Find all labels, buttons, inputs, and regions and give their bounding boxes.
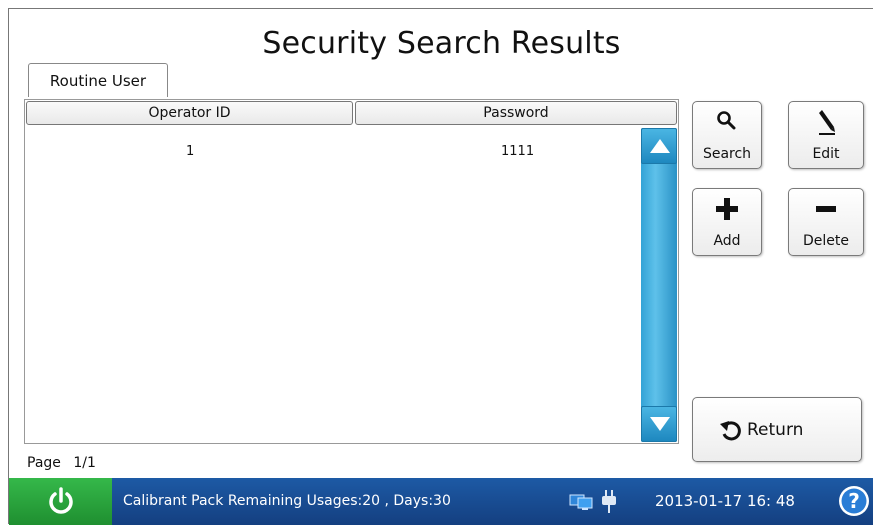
power-plug-icon[interactable] xyxy=(601,490,617,514)
return-button-label: Return xyxy=(747,420,804,440)
scroll-up-button[interactable] xyxy=(641,128,677,164)
arrow-up-icon xyxy=(650,139,670,153)
return-button[interactable]: Return xyxy=(692,397,862,462)
column-header-operator-id[interactable]: Operator ID xyxy=(26,101,353,125)
status-bar: Calibrant Pack Remaining Usages:20 , Day… xyxy=(9,478,873,525)
scroll-down-button[interactable] xyxy=(641,406,677,442)
add-button[interactable]: Add xyxy=(692,188,762,256)
return-arrow-icon xyxy=(720,421,741,441)
edit-button[interactable]: Edit xyxy=(788,101,864,169)
page-value: 1/1 xyxy=(73,455,96,471)
pagination: Page 1/1 xyxy=(27,455,96,471)
tab-routine-user[interactable]: Routine User xyxy=(28,63,168,97)
pencil-icon xyxy=(789,110,863,138)
search-button[interactable]: Search xyxy=(692,101,762,169)
network-computers-icon[interactable] xyxy=(569,493,595,511)
delete-button-label: Delete xyxy=(803,233,849,249)
datetime: 2013-01-17 16: 48 xyxy=(655,492,795,510)
scrollbar-track[interactable] xyxy=(641,128,677,442)
magnifier-icon xyxy=(693,110,761,138)
page-label: Page xyxy=(27,455,61,471)
minus-icon xyxy=(789,197,863,225)
users-table: Operator ID Password 1 1111 xyxy=(24,99,679,444)
page-title: Security Search Results xyxy=(262,26,621,61)
help-icon[interactable]: ? xyxy=(838,485,870,517)
power-icon xyxy=(49,487,73,514)
search-button-label: Search xyxy=(702,146,752,162)
arrow-down-icon xyxy=(650,417,670,431)
delete-button[interactable]: Delete xyxy=(788,188,864,256)
svg-text:?: ? xyxy=(848,489,860,513)
add-button-label: Add xyxy=(713,233,741,249)
edit-button-label: Edit xyxy=(812,146,840,162)
calibrant-status-text: Calibrant Pack Remaining Usages:20 , Day… xyxy=(123,493,451,509)
cell-operator-id: 1 xyxy=(186,144,195,159)
cell-password: 1111 xyxy=(501,144,535,159)
plus-icon xyxy=(693,197,761,225)
table-row[interactable]: 1 1111 xyxy=(26,144,638,166)
screen: Security Search Results Routine User Ope… xyxy=(8,8,873,525)
column-header-password[interactable]: Password xyxy=(355,101,677,125)
power-button[interactable] xyxy=(9,478,112,525)
